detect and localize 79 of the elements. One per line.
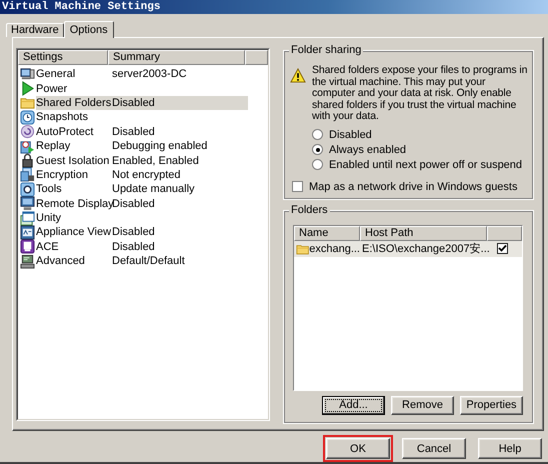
setting-name: Unity xyxy=(36,211,62,226)
settings-item[interactable]: AutoProtect Disabled xyxy=(36,124,248,139)
setting-summary: Disabled xyxy=(112,225,155,240)
setting-summary: Disabled xyxy=(112,240,155,254)
settings-item[interactable]: Snapshots xyxy=(36,110,248,124)
settings-item[interactable]: Tools Update manually xyxy=(36,182,248,196)
settings-item[interactable]: Encryption Not encrypted xyxy=(36,168,248,182)
cancel-button[interactable]: Cancel xyxy=(402,438,466,459)
settings-item[interactable]: Unity xyxy=(36,211,248,226)
settings-item[interactable]: General server2003-DC xyxy=(36,67,248,82)
settings-item[interactable]: Remote DisplayDisabled xyxy=(36,196,248,211)
properties-button[interactable]: Properties xyxy=(460,396,523,414)
radio-button[interactable] xyxy=(312,159,323,170)
setting-name: AutoProtect xyxy=(36,124,94,139)
setting-summary: Disabled xyxy=(112,96,155,110)
setting-summary: Disabled xyxy=(112,196,155,211)
lock-icon xyxy=(20,153,35,168)
setting-name: Shared Folders xyxy=(36,96,112,110)
setting-name: Appliance View xyxy=(36,225,112,240)
settings-item[interactable]: Replay Debugging enabled xyxy=(36,139,248,154)
group-title: Folder sharing xyxy=(289,44,364,56)
setting-summary: Disabled xyxy=(112,124,155,139)
option-label: Disabled xyxy=(329,128,372,140)
option-label: Always enabled xyxy=(329,144,406,156)
folder-row[interactable]: exchang... E:\ISO\exchange2007安... xyxy=(294,240,522,256)
settings-item[interactable]: ACE Disabled xyxy=(36,240,248,254)
setting-name: Guest Isolation xyxy=(36,154,110,168)
tab[interactable]: Hardware xyxy=(6,23,64,37)
column-header[interactable]: Name xyxy=(294,226,360,240)
window-title: Virtual Machine Settings xyxy=(0,0,548,14)
setting-name: Power xyxy=(36,82,68,96)
folder-name: exchang... xyxy=(309,242,360,254)
settings-item[interactable]: Appliance ViewDisabled xyxy=(36,225,248,240)
warning-message: Shared folders expose your files to programs in the virtual machine. This may put your computer and your data at risk. Only enable shared folders if you trust the virtual machine with your data. xyxy=(312,65,528,122)
checkbox-label: Map as a network drive in Windows guests xyxy=(309,180,518,192)
checkbox[interactable] xyxy=(497,243,508,254)
app-window-icon xyxy=(20,225,35,240)
window-icon xyxy=(20,210,35,226)
warning-icon xyxy=(290,68,306,83)
checkbox[interactable] xyxy=(292,181,303,192)
setting-summary: server2003-DC xyxy=(112,67,187,82)
tab[interactable]: Options xyxy=(64,21,114,38)
settings-item[interactable]: Power xyxy=(36,82,248,96)
group-title: Folders xyxy=(289,204,330,216)
computer-icon xyxy=(20,254,35,269)
remove-button[interactable]: Remove xyxy=(391,396,454,414)
ok-button[interactable]: OK xyxy=(326,438,390,459)
setting-name: Tools xyxy=(36,182,63,196)
display-icon xyxy=(20,196,35,212)
add-button[interactable]: Add... xyxy=(322,396,385,414)
setting-summary: Not encrypted xyxy=(112,168,180,182)
radio-option[interactable]: Always enabled xyxy=(312,144,529,156)
setting-name: Advanced xyxy=(36,254,86,268)
monitor-icon xyxy=(20,66,35,82)
setting-name: Snapshots xyxy=(36,110,89,124)
column-header[interactable]: Summary xyxy=(108,50,245,65)
setting-name: Remote Display xyxy=(36,196,112,211)
help-button[interactable]: Help xyxy=(478,438,542,459)
column-header[interactable]: Host Path xyxy=(360,226,487,240)
setting-name: Replay xyxy=(36,139,72,154)
setting-name: General xyxy=(36,67,76,82)
host-path: E:\ISO\exchange2007安... xyxy=(361,242,487,256)
radio-option[interactable]: Disabled xyxy=(312,128,529,140)
settings-item[interactable]: Advanced Default/Default xyxy=(36,254,248,268)
setting-summary: Debugging enabled xyxy=(112,139,208,154)
column-header[interactable]: Settings xyxy=(18,50,108,65)
setting-name: ACE xyxy=(36,240,60,254)
clock-icon xyxy=(20,110,35,125)
play-icon xyxy=(20,81,35,96)
replay-icon xyxy=(20,138,35,154)
setting-summary: Default/Default xyxy=(112,254,185,268)
square-icon xyxy=(20,239,35,254)
settings-item[interactable]: Guest Isolation Enabled, Enabled xyxy=(36,154,248,168)
setting-summary: Update manually xyxy=(112,182,195,196)
radio-button[interactable] xyxy=(312,129,323,140)
radio-button[interactable] xyxy=(312,144,323,155)
settings-item[interactable]: Shared FoldersDisabled xyxy=(36,96,248,110)
setting-summary: Enabled, Enabled xyxy=(112,154,199,168)
setting-name: Encryption xyxy=(36,168,89,182)
